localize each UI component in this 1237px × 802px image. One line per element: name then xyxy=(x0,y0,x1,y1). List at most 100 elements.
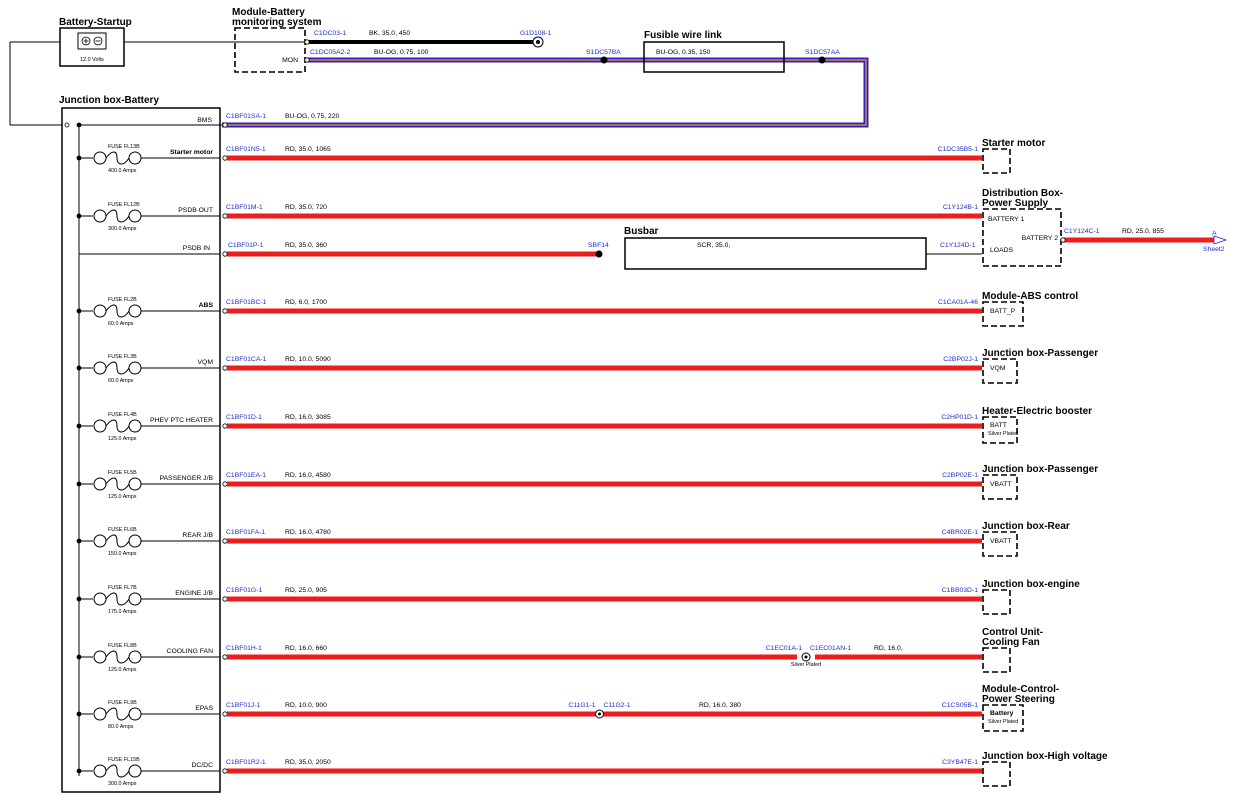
destination-title: Junction box-High voltage xyxy=(982,751,1108,762)
psdb-in-spec: RD, 35.0, 360 xyxy=(285,242,327,249)
inline-conn-a: C11G1-1 xyxy=(568,702,595,709)
fuse-rating: 60.0 Amps xyxy=(108,321,134,327)
wire-spec-label: RD, 16.0, 3085 xyxy=(285,414,331,421)
circuit-9[interactable]: FUSE FL8B 125.0 Amps COOLING FAN C1BF01H-1 R… xyxy=(76,627,1043,673)
connector-pin xyxy=(222,423,228,429)
dest-connector-label: C2BP02E-1 xyxy=(942,472,978,479)
wire-spec-label: RD, 35.0, 720 xyxy=(285,204,327,211)
circuit-6[interactable]: FUSE FL5B 125.0 Amps PASSENGER J/B C1BF01EA… xyxy=(76,464,1099,500)
destination-box xyxy=(982,589,1011,615)
destination-component[interactable]: Junction box-High voltage xyxy=(982,751,1108,787)
dest-connector-label: C1Y124B-1 xyxy=(943,204,978,211)
fusible-link-spec: BU-OG, 0.35, 150 xyxy=(656,49,711,56)
fuse-rating: 125.0 Amps xyxy=(108,494,137,500)
fusible-link[interactable]: Fusible wire link BU-OG, 0.35, 150 xyxy=(643,30,785,73)
wire-spec-2: RD, 16.0, 380 xyxy=(699,702,741,709)
inline-conn-b: C11G2-1 xyxy=(604,702,631,709)
busbar-spec: SCR, 35.0, xyxy=(697,242,730,249)
circuit-11[interactable]: FUSE FL15B 300.0 Amps DC/DC C1BF01R2-1 RD, 3… xyxy=(76,751,1108,787)
inline-note: Silver Plated xyxy=(791,662,821,668)
sheet-arrow-icon xyxy=(1213,235,1228,245)
destination-box xyxy=(982,647,1011,673)
circuit-5[interactable]: FUSE FL4B 125.0 Amps PHEV PTC HEATER C1BF01… xyxy=(76,406,1093,444)
inline-conn-b: C1EC01AN-1 xyxy=(810,645,851,652)
junction-pin-label: ABS xyxy=(199,302,214,309)
fuse-icon xyxy=(93,209,142,223)
circuit-1[interactable]: FUSE FL13B 400.0 Amps Starter motor C1BF01N… xyxy=(76,138,1046,174)
battery-voltage: 12.0 Volts xyxy=(80,57,104,63)
mon-wire-conn: C1DC05A2-2 xyxy=(310,49,351,56)
distribution-box[interactable]: Distribution Box- Power Supply BATTERY 1… xyxy=(982,188,1063,267)
junction-pin-label: PASSENGER J/B xyxy=(159,475,213,482)
destination-title-2: Cooling Fan xyxy=(982,637,1040,648)
destination-pin-label: VBATT xyxy=(990,538,1011,545)
destination-component[interactable]: Module-Control-Power SteeringBatterySilv… xyxy=(982,684,1059,732)
connector-pin xyxy=(222,365,228,371)
psdb-in-circuit[interactable]: PSDB IN C1BF01P-1 RD, 35.0, 360 SBF14 C1… xyxy=(79,242,976,258)
busbar[interactable]: Busbar SCR, 35.0, xyxy=(624,226,927,270)
connector-pin xyxy=(222,711,228,717)
destination-box xyxy=(982,704,1024,732)
wire-connector-label: C1BF01J-1 xyxy=(226,702,261,709)
junction-pin-label: VQM xyxy=(198,359,214,366)
circuit-4[interactable]: FUSE FL3B 60.0 Amps VQM C1BF01CA-1 RD, 10.0,… xyxy=(76,348,1099,384)
destination-box xyxy=(982,761,1011,787)
destination-pin-label: BATT_P xyxy=(990,308,1016,315)
destination-title: Junction box-Rear xyxy=(982,521,1070,532)
busbar-box xyxy=(624,237,927,270)
distribution-pin-battery2: BATTERY 2 xyxy=(1022,235,1058,242)
battery-startup[interactable]: Battery-Startup 12.0 Volts xyxy=(59,17,132,67)
connector-pin xyxy=(222,155,228,161)
splice-s1dc57ba xyxy=(600,56,608,64)
psdb-in-dest-conn: C1Y124D-1 xyxy=(940,242,976,249)
wire-spec-label: RD, 6.0, 1700 xyxy=(285,299,327,306)
destination-component[interactable]: Module-ABS control BATT_P xyxy=(982,291,1078,327)
ground-wire[interactable]: C1DC03-1 BK, 35.0, 450 G1D108-1 xyxy=(304,30,552,48)
circuit-7[interactable]: FUSE FL6B 150.0 Amps REAR J/B C1BF01FA-1 RD,… xyxy=(76,521,1070,557)
circuit-2[interactable]: FUSE FL12B 300.0 Amps PSDB OUT C1BF01M-1 RD,… xyxy=(76,202,982,232)
circuit-8[interactable]: FUSE FL7B 175.0 Amps ENGINE J/B C1BF01G-1 RD… xyxy=(76,579,1081,615)
wire-spec-label: RD, 35.0, 1065 xyxy=(285,146,331,153)
sheet-ref[interactable]: Sheet2 xyxy=(1203,246,1225,253)
fuse-icon xyxy=(93,592,142,606)
circuit-10[interactable]: FUSE FL9B 80.0 Amps EPAS C1BF01J-1 RD, 10.0,… xyxy=(76,684,1060,732)
wire-connector-label: C1BF01CA-1 xyxy=(226,356,267,363)
destination-component[interactable]: Junction box-engine xyxy=(982,579,1080,615)
destination-pin-label: Battery xyxy=(990,710,1014,717)
splice1-label: S1DC57BA xyxy=(586,49,621,56)
bms-wire-spec: BU-OG, 0.75, 220 xyxy=(285,113,340,120)
wire-spec-label: RD, 16.0, 4780 xyxy=(285,529,331,536)
fuse-rating: 150.0 Amps xyxy=(108,551,137,557)
wire-spec-label: RD, 10.0, 900 xyxy=(285,702,327,709)
ground-conn: G1D108-1 xyxy=(520,30,552,37)
circuit-3[interactable]: FUSE FL2B 60.0 Amps ABS C1BF01BC-1 RD, 6.0, … xyxy=(76,291,1079,327)
fuse-label: FUSE FL15B xyxy=(108,757,140,763)
dest-connector-label: C4BR02E-1 xyxy=(942,529,978,536)
destination-title: Junction box-Passenger xyxy=(982,348,1098,359)
destination-pin-label: VQM xyxy=(990,365,1006,372)
destination-pin-label: VBATT xyxy=(990,481,1011,488)
fuse-rating: 175.0 Amps xyxy=(108,609,137,615)
destination-pin-label: BATT xyxy=(990,422,1007,429)
fuse-label: FUSE FL13B xyxy=(108,144,140,150)
destination-component[interactable]: Junction box-Passenger VQM xyxy=(982,348,1098,384)
distribution-output-wire[interactable]: C1Y124C-1 RD, 25.0, 855 A Sheet2 xyxy=(1060,228,1228,253)
busbar-title: Busbar xyxy=(624,226,659,237)
wire-connector-label: C1BF01H-1 xyxy=(226,645,262,652)
destination-component[interactable]: Junction box-Rear VBATT xyxy=(982,521,1070,557)
fuse-icon xyxy=(93,534,142,548)
connector-pin xyxy=(222,213,228,219)
wire-connector-label: C1BF01BC-1 xyxy=(226,299,267,306)
destination-component[interactable]: Control Unit-Cooling Fan xyxy=(982,627,1043,673)
junction-box-battery[interactable]: Junction box-Battery xyxy=(59,95,221,793)
fuse-rating: 300.0 Amps xyxy=(108,781,137,787)
fuse-label: FUSE FL12B xyxy=(108,202,140,208)
destination-component[interactable]: Starter motor xyxy=(982,138,1045,174)
destination-title: Module-ABS control xyxy=(982,291,1078,302)
fuse-rating: 125.0 Amps xyxy=(108,436,137,442)
mon-wire-spec: BU-OG, 0.75, 100 xyxy=(374,49,429,56)
destination-box xyxy=(982,148,1011,174)
destination-component[interactable]: Heater-Electric booster BATT Silver Plated xyxy=(982,406,1092,444)
fuse-rating: 400.0 Amps xyxy=(108,168,137,174)
destination-component[interactable]: Junction box-Passenger VBATT xyxy=(982,464,1098,500)
